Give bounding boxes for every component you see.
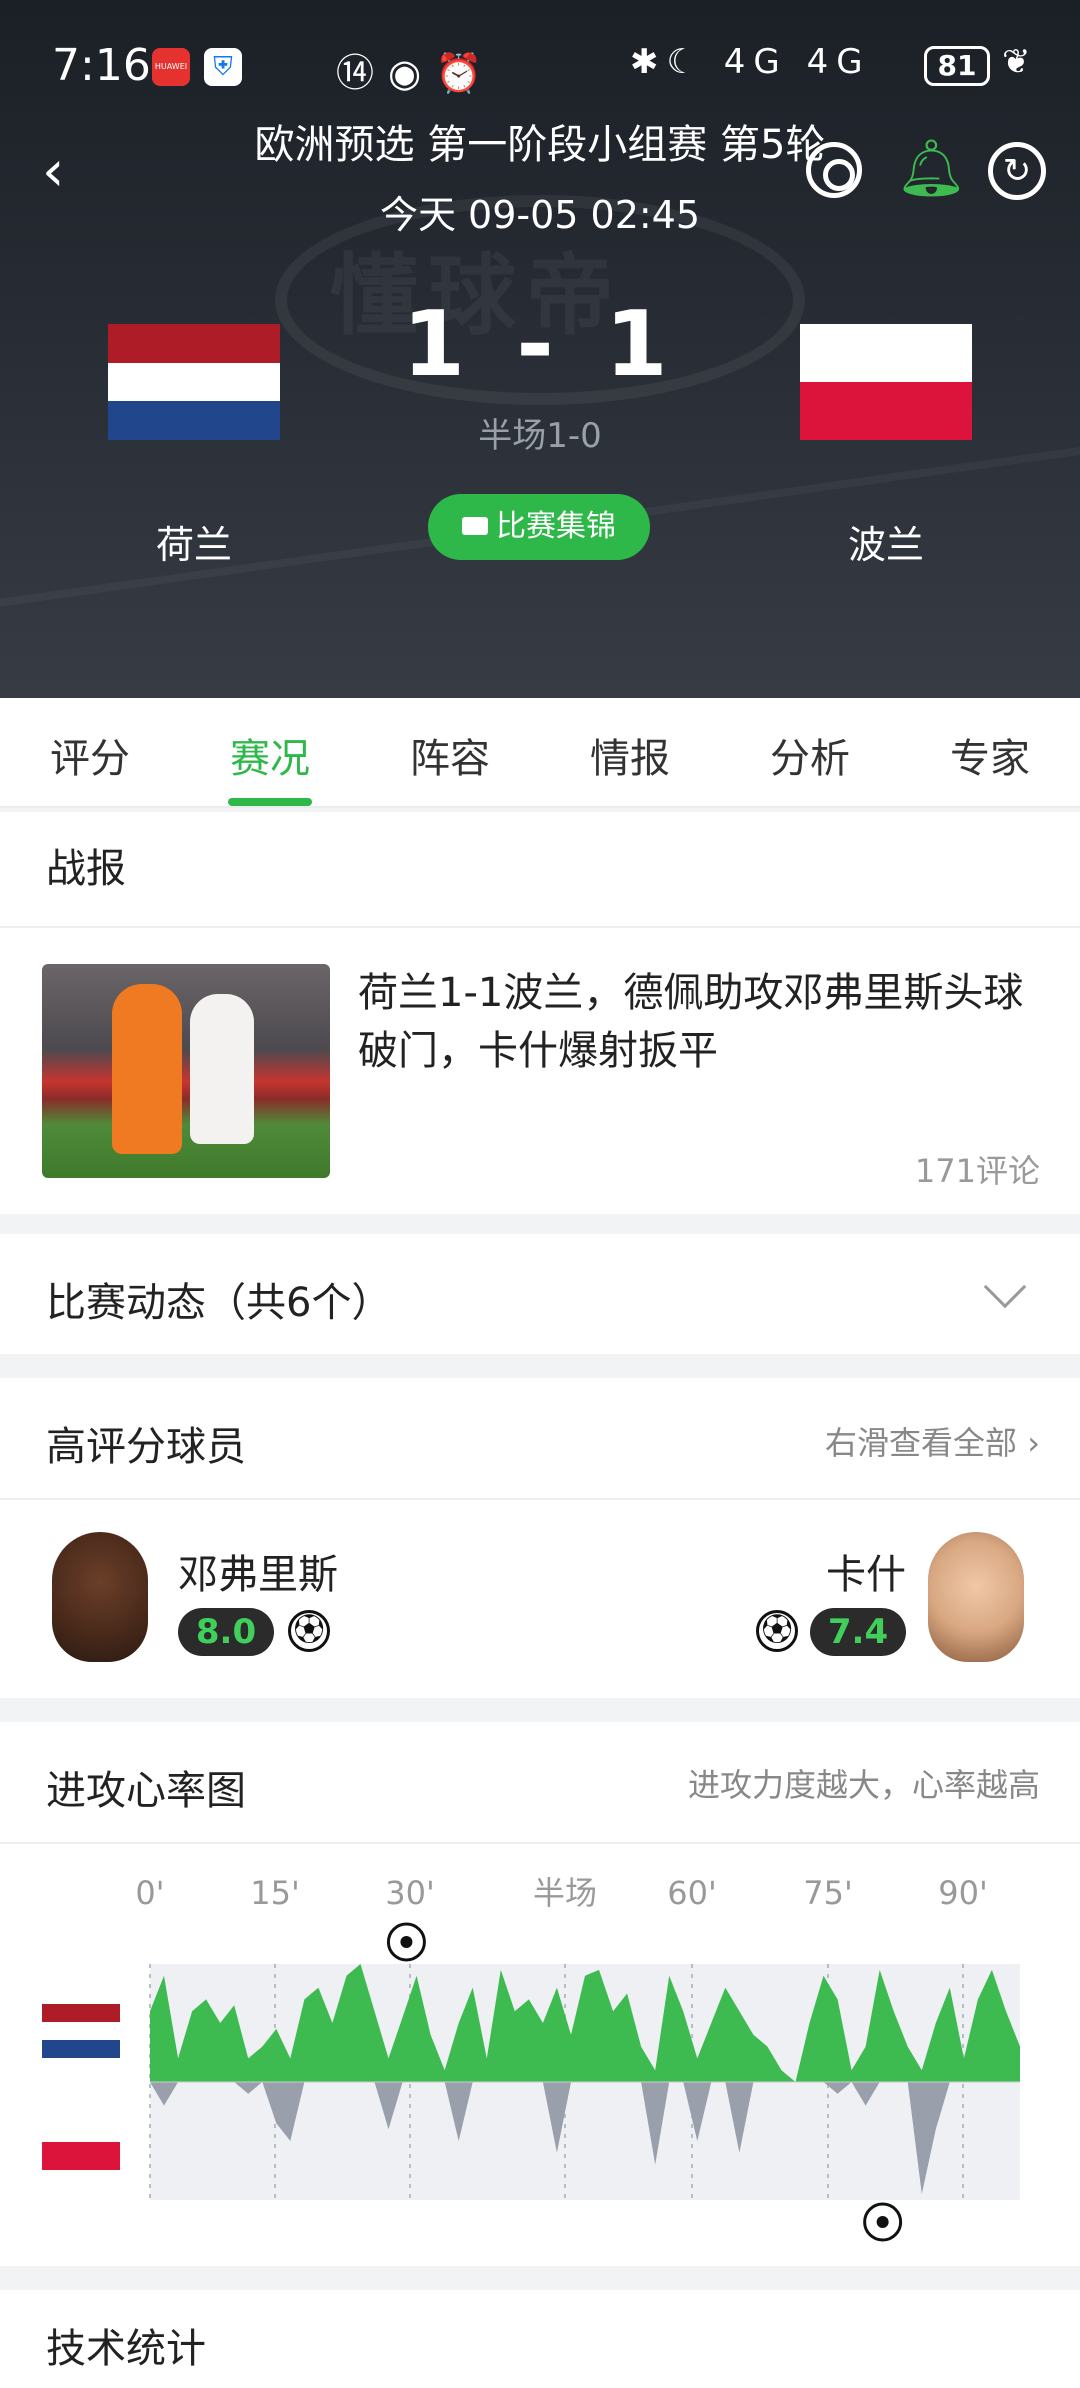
top-players-title: 高评分球员 — [46, 1424, 246, 1470]
goal-ball-center — [400, 1936, 413, 1948]
status-time: 7:16 — [52, 40, 151, 91]
flag-stripe — [108, 362, 280, 402]
view-all-link[interactable]: 右滑查看全部 › — [700, 1418, 1040, 1464]
huawei-app-icon: HUAWEI — [152, 48, 190, 86]
bell-icon[interactable]: 🔔︎ — [896, 138, 967, 200]
away-team-name[interactable]: 波兰 — [800, 514, 972, 569]
home-team-name[interactable]: 荷兰 — [108, 514, 280, 569]
news-headline[interactable]: 荷兰1-1波兰，德佩助攻邓弗里斯头球破门，卡什爆射扳平 — [358, 964, 1048, 1080]
chevron-right-icon: › — [1027, 1424, 1040, 1462]
flag-stripe — [108, 401, 280, 440]
status-notification-icons: ⑭◉⏰ — [336, 51, 497, 95]
comment-count[interactable]: 171评论 — [760, 1146, 1040, 1192]
heart-rate-svg: 0' 15' 30' 半场 60' 75' 90' — [135, 1874, 1020, 2242]
player-avatar-left[interactable] — [52, 1532, 148, 1662]
flag-stripe — [800, 324, 972, 382]
divider — [0, 926, 1080, 928]
player-name-right[interactable]: 卡什 — [700, 1542, 906, 1600]
half-time-score: 半场1-0 — [478, 416, 602, 456]
x-tick-label: 75' — [803, 1874, 853, 1912]
soccer-ball-icon: ⚽︎ — [288, 1610, 330, 1652]
shield-icon: ⛨ — [204, 48, 242, 86]
x-tick-label: 60' — [667, 1874, 717, 1912]
heart-rate-title: 进攻心率图 — [46, 1768, 246, 1814]
status-network-icons: ✱☾ 4G 4G — [630, 42, 871, 82]
tab-expert[interactable]: 专家 — [900, 726, 1080, 784]
news-thumbnail[interactable] — [42, 964, 330, 1178]
home-team-flag[interactable] — [108, 324, 280, 440]
leaf-icon: ❦ — [1002, 42, 1031, 82]
heart-rate-note: 进攻力度越大，心率越高 — [687, 1766, 1040, 1804]
events-card[interactable]: 比赛动态（共6个） — [0, 1234, 1080, 1354]
match-header: 懂球帝 7:16 HUAWEI ⛨ ⑭◉⏰ ✱☾ 4G 4G 81 ❦ ‹ 欧洲… — [0, 0, 1080, 698]
player-name-left[interactable]: 邓弗里斯 — [178, 1542, 338, 1600]
tech-stats-title: 技术统计 — [46, 2326, 206, 2372]
soccer-ball-icon: ⚽︎ — [756, 1610, 798, 1652]
x-tick-label: 90' — [938, 1874, 988, 1912]
tab-live[interactable]: 赛况 — [180, 726, 360, 784]
heart-rate-chart: 0' 15' 30' 半场 60' 75' 90' — [0, 1842, 1080, 2272]
home-flag-small — [42, 2004, 120, 2058]
x-tick-label: 0' — [135, 1874, 164, 1912]
report-section-title: 战报 — [46, 846, 126, 892]
refresh-icon[interactable]: ↻ — [988, 142, 1046, 200]
tab-rating[interactable]: 评分 — [0, 726, 180, 784]
flag-stripe — [42, 2022, 120, 2040]
highlights-label: 比赛集锦 — [496, 509, 616, 544]
flag-stripe — [800, 382, 972, 440]
tech-stats-card: 技术统计 — [0, 2290, 1080, 2388]
match-score: 1 - 1 — [402, 292, 678, 397]
match-datetime: 今天 09-05 02:45 — [379, 193, 701, 237]
goal-ball-center — [876, 2216, 889, 2228]
x-tick-label: 半场 — [533, 1874, 597, 1912]
video-camera-icon — [462, 516, 488, 535]
target-icon[interactable] — [806, 142, 862, 198]
active-tab-indicator — [228, 798, 312, 806]
divider — [0, 1498, 1080, 1500]
away-team-flag[interactable] — [800, 324, 972, 440]
player-figure — [112, 984, 182, 1154]
x-tick-label: 15' — [250, 1874, 300, 1912]
events-title: 比赛动态（共6个） — [46, 1280, 392, 1326]
flag-stripe — [42, 2142, 120, 2170]
view-all-label: 右滑查看全部 — [825, 1424, 1018, 1462]
highlights-button[interactable]: 比赛集锦 — [428, 494, 650, 560]
away-flag-small — [42, 2142, 120, 2170]
flag-stripe — [42, 2004, 120, 2022]
x-tick-label: 30' — [385, 1874, 435, 1912]
tab-bar: 评分 赛况 阵容 情报 分析 专家 — [0, 698, 1080, 808]
flag-stripe — [108, 324, 280, 363]
battery-icon: 81 — [924, 46, 990, 86]
player-rating-right: 7.4 — [810, 1608, 906, 1656]
player-figure — [190, 994, 254, 1144]
back-arrow-icon[interactable]: ‹ — [42, 142, 102, 202]
match-title: 欧洲预选 第一阶段小组赛 第5轮 — [254, 122, 826, 168]
player-avatar-right[interactable] — [928, 1532, 1024, 1662]
flag-stripe — [42, 2040, 120, 2058]
tab-lineup[interactable]: 阵容 — [360, 726, 540, 784]
tab-analysis[interactable]: 分析 — [720, 726, 900, 784]
tab-intel[interactable]: 情报 — [540, 726, 720, 784]
player-rating-left: 8.0 — [178, 1608, 274, 1656]
